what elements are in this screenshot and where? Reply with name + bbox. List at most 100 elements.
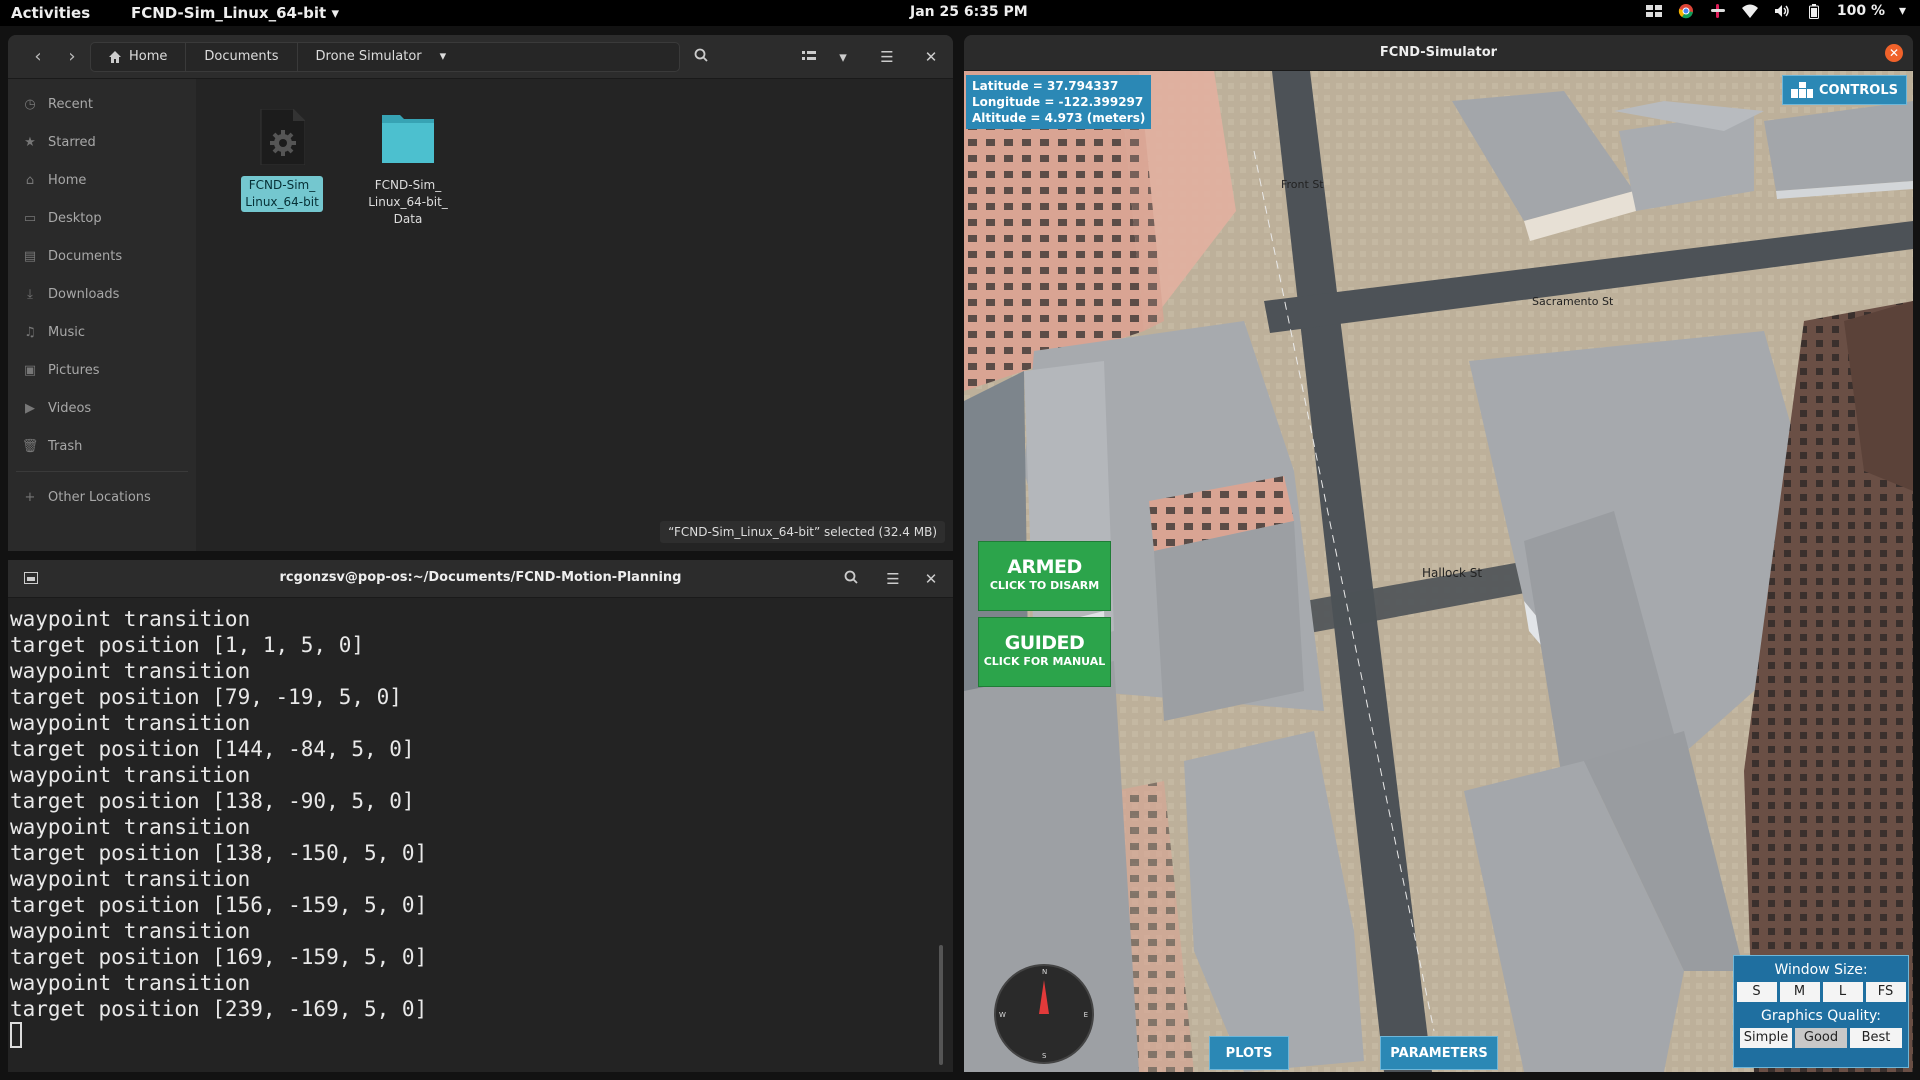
view-options-button[interactable]: ▾ bbox=[826, 42, 860, 72]
terminal-title: rcgonzsv@pop-os:~/Documents/FCND-Motion-… bbox=[279, 570, 682, 585]
search-icon bbox=[694, 48, 708, 62]
terminal-close-button[interactable]: ✕ bbox=[914, 564, 948, 594]
video-icon: ▶ bbox=[25, 400, 35, 416]
terminal-line: waypoint transition bbox=[10, 763, 251, 787]
terminal-line: target position [79, -19, 5, 0] bbox=[10, 685, 402, 709]
home-icon bbox=[109, 51, 121, 63]
terminal-line: target position [144, -84, 5, 0] bbox=[10, 737, 415, 761]
breadcrumb-documents[interactable]: Documents bbox=[186, 43, 298, 71]
terminal-line: waypoint transition bbox=[10, 711, 251, 735]
workspace-icon[interactable] bbox=[1645, 3, 1663, 19]
activities-button[interactable]: Activities bbox=[11, 4, 90, 22]
sidebar-item-desktop[interactable]: ▭ Desktop bbox=[8, 199, 196, 237]
close-button[interactable]: ✕ bbox=[1885, 44, 1903, 62]
hamburger-icon: ☰ bbox=[880, 48, 894, 66]
back-button[interactable]: ‹ bbox=[22, 42, 54, 72]
file-manager-header: ‹ › Home Documents Drone Simulator ▾ ▾ ☰ … bbox=[8, 35, 953, 79]
file-manager-window: ‹ › Home Documents Drone Simulator ▾ ▾ ☰ … bbox=[8, 35, 953, 551]
terminal-output[interactable]: waypoint transition target position [1, 1… bbox=[10, 606, 930, 1066]
clock[interactable]: Jan 25 6:35 PM bbox=[910, 4, 1028, 20]
plus-icon: + bbox=[24, 489, 36, 505]
breadcrumb-home[interactable]: Home bbox=[91, 43, 187, 71]
sidebar: ◷ Recent ★ Starred ⌂ Home ▭ Desktop ▤ Documen… bbox=[8, 79, 196, 551]
clock-icon: ◷ bbox=[24, 96, 36, 112]
parameters-button[interactable]: PARAMETERS bbox=[1380, 1036, 1498, 1070]
terminal-window: rcgonzsv@pop-os:~/Documents/FCND-Motion-… bbox=[8, 560, 953, 1072]
altitude-readout: Altitude = 4.973 (meters) bbox=[972, 111, 1146, 125]
top-bar: Activities FCND-Sim_Linux_64-bit ▾ Jan 2… bbox=[0, 0, 1920, 26]
sidebar-item-music[interactable]: ♫ Music bbox=[8, 313, 196, 351]
chevron-down-icon[interactable]: ▾ bbox=[440, 43, 447, 71]
terminal-line: target position [138, -90, 5, 0] bbox=[10, 789, 415, 813]
sidebar-item-other-locations[interactable]: + Other Locations bbox=[8, 478, 196, 516]
selection-status: “FCND-Sim_Linux_64-bit” selected (32.4 M… bbox=[660, 521, 945, 543]
search-button[interactable] bbox=[684, 42, 718, 72]
window-size-fs-button[interactable]: FS bbox=[1865, 982, 1906, 1002]
file-icon-grid: FCND-Sim_ Linux_64-bit FCND-Sim_ Linux_64-… bbox=[196, 79, 953, 551]
terminal-line: waypoint transition bbox=[10, 971, 251, 995]
close-button[interactable]: ✕ bbox=[914, 42, 948, 72]
breadcrumb-drone-simulator[interactable]: Drone Simulator ▾ bbox=[298, 43, 465, 71]
forward-button[interactable]: › bbox=[56, 42, 88, 72]
simulator-viewport[interactable]: Front St Sacramento St Hallock St Latitu… bbox=[964, 71, 1913, 1072]
graphics-quality-label: Graphics Quality: bbox=[1761, 1008, 1881, 1024]
sidebar-item-videos[interactable]: ▶ Videos bbox=[8, 389, 196, 427]
armed-button[interactable]: ARMED CLICK TO DISARM bbox=[978, 541, 1111, 611]
chevron-down-icon: ▾ bbox=[331, 4, 339, 22]
graphics-best-button[interactable]: Best bbox=[1850, 1028, 1902, 1048]
file-item-folder[interactable]: FCND-Sim_ Linux_64-bit_ Data bbox=[362, 109, 454, 229]
controls-icon bbox=[1790, 82, 1813, 98]
terminal-line: target position [239, -169, 5, 0] bbox=[10, 997, 428, 1021]
window-size-m-button[interactable]: M bbox=[1779, 982, 1820, 1002]
window-size-s-button[interactable]: S bbox=[1736, 982, 1777, 1002]
document-icon: ▤ bbox=[23, 248, 37, 264]
sidebar-item-recent[interactable]: ◷ Recent bbox=[8, 85, 196, 123]
graphics-good-button[interactable]: Good bbox=[1795, 1028, 1847, 1048]
app-menu[interactable]: FCND-Sim_Linux_64-bit ▾ bbox=[131, 4, 339, 22]
terminal-menu-button[interactable]: ☰ bbox=[876, 564, 910, 594]
sidebar-item-pictures[interactable]: ▣ Pictures bbox=[8, 351, 196, 389]
sidebar-item-documents[interactable]: ▤ Documents bbox=[8, 237, 196, 275]
terminal-scrollbar[interactable] bbox=[939, 945, 943, 1065]
wifi-icon[interactable] bbox=[1741, 3, 1759, 19]
chevron-down-icon: ▾ bbox=[839, 48, 847, 66]
file-item-executable[interactable]: FCND-Sim_ Linux_64-bit bbox=[236, 108, 328, 212]
terminal-line: target position [138, -150, 5, 0] bbox=[10, 841, 428, 865]
chevron-left-icon: ‹ bbox=[34, 46, 42, 67]
trash-icon: 🗑 bbox=[21, 438, 39, 454]
graphics-simple-button[interactable]: Simple bbox=[1740, 1028, 1792, 1048]
window-settings-panel: Window Size: S M L FS Graphics Quality: … bbox=[1733, 955, 1909, 1068]
folder-name: FCND-Sim_ Linux_64-bit_ Data bbox=[368, 178, 448, 226]
file-name: FCND-Sim_ Linux_64-bit bbox=[241, 176, 323, 212]
terminal-line: target position [1, 1, 5, 0] bbox=[10, 633, 365, 657]
compass-needle-icon bbox=[1039, 980, 1049, 1014]
battery-icon[interactable] bbox=[1805, 3, 1823, 19]
view-list-button[interactable] bbox=[792, 42, 826, 72]
plots-button[interactable]: PLOTS bbox=[1209, 1036, 1289, 1070]
folder-icon bbox=[382, 115, 434, 163]
sidebar-item-trash[interactable]: 🗑 Trash bbox=[8, 427, 196, 465]
volume-icon[interactable] bbox=[1773, 3, 1791, 19]
executable-file-icon bbox=[260, 108, 306, 166]
system-tray[interactable]: 100 % ▾ bbox=[1645, 3, 1906, 19]
controls-button[interactable]: CONTROLS bbox=[1781, 75, 1907, 105]
picture-icon: ▣ bbox=[23, 362, 37, 378]
window-size-l-button[interactable]: L bbox=[1822, 982, 1863, 1002]
sidebar-item-starred[interactable]: ★ Starred bbox=[8, 123, 196, 161]
sidebar-item-home[interactable]: ⌂ Home bbox=[8, 161, 196, 199]
close-icon: ✕ bbox=[924, 48, 938, 66]
terminal-header: rcgonzsv@pop-os:~/Documents/FCND-Motion-… bbox=[8, 560, 953, 598]
terminal-line: target position [169, -159, 5, 0] bbox=[10, 945, 428, 969]
chevron-right-icon: › bbox=[68, 46, 76, 67]
sidebar-item-downloads[interactable]: ⤓ Downloads bbox=[8, 275, 196, 313]
guided-button[interactable]: GUIDED CLICK FOR MANUAL bbox=[978, 617, 1111, 687]
terminal-line: waypoint transition bbox=[10, 815, 251, 839]
terminal-search-button[interactable] bbox=[834, 564, 868, 594]
chevron-down-icon[interactable]: ▾ bbox=[1899, 3, 1906, 19]
slack-icon[interactable] bbox=[1709, 3, 1727, 19]
chrome-icon[interactable] bbox=[1677, 3, 1695, 19]
sidebar-divider bbox=[16, 471, 188, 472]
terminal-cursor bbox=[10, 1022, 22, 1048]
star-icon: ★ bbox=[24, 134, 36, 150]
menu-button[interactable]: ☰ bbox=[870, 42, 904, 72]
